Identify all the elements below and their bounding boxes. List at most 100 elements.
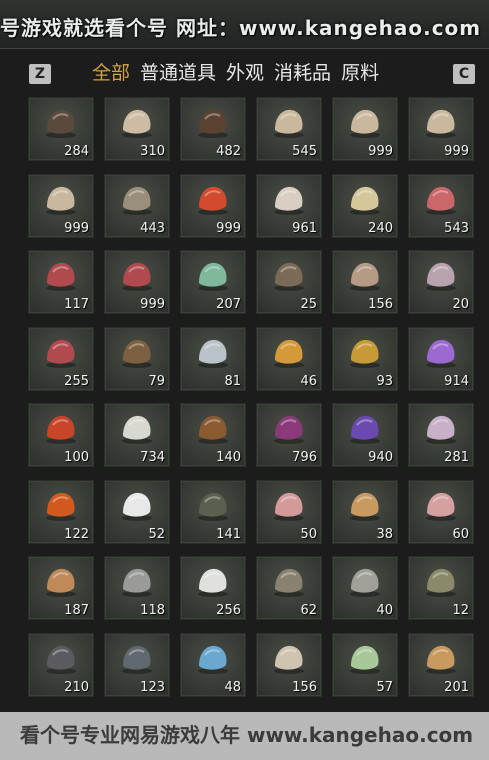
catfish-icon	[117, 334, 157, 370]
tab-common-items[interactable]: 普通道具	[140, 58, 216, 90]
item-quantity: 156	[368, 297, 393, 312]
gold-ore-icon	[345, 334, 385, 370]
item-quantity: 20	[452, 297, 469, 312]
salmon-icon	[193, 334, 233, 370]
inventory-slot[interactable]: 141	[180, 480, 246, 544]
tab-row: Z 全部 普通道具 外观 消耗品 原料 C	[0, 58, 489, 90]
inventory-slot[interactable]: 48	[180, 633, 246, 697]
inventory-slot[interactable]: 50	[256, 480, 322, 544]
melon-icon	[345, 640, 385, 676]
inventory-slot[interactable]: 999	[28, 174, 94, 238]
cricket-icon	[193, 104, 233, 140]
inventory-slot[interactable]: 796	[256, 403, 322, 467]
oyster-icon	[117, 104, 157, 140]
inventory-slot[interactable]: 940	[332, 403, 398, 467]
inventory-slot[interactable]: 52	[104, 480, 170, 544]
inventory-slot[interactable]: 12	[408, 556, 474, 620]
inventory-slot[interactable]: 140	[180, 403, 246, 467]
item-quantity: 156	[292, 680, 317, 695]
inventory-slot[interactable]: 122	[28, 480, 94, 544]
inventory-slot[interactable]: 25	[256, 250, 322, 314]
inventory-slot[interactable]: 999	[332, 97, 398, 161]
inventory-slot[interactable]: 210	[28, 633, 94, 697]
inventory-slot[interactable]: 40	[332, 556, 398, 620]
red-gem-icon	[41, 410, 81, 446]
inventory-slot[interactable]: 117	[28, 250, 94, 314]
item-quantity: 25	[300, 297, 317, 312]
inventory-slot[interactable]: 999	[104, 250, 170, 314]
item-quantity: 117	[64, 297, 89, 312]
inventory-slot[interactable]: 284	[28, 97, 94, 161]
item-quantity: 914	[444, 374, 469, 389]
item-quantity: 38	[376, 527, 393, 542]
item-quantity: 256	[216, 603, 241, 618]
watermark-top: 号游戏就选看个号 网址：www.kangehao.com	[0, 16, 482, 40]
key-hint-prev[interactable]: Z	[29, 64, 51, 84]
inventory-slot[interactable]: 60	[408, 480, 474, 544]
inventory-slot[interactable]: 93	[332, 327, 398, 391]
meat-slice-icon	[269, 487, 309, 523]
carp-icon	[269, 334, 309, 370]
item-quantity: 62	[300, 603, 317, 618]
inventory-slot[interactable]: 999	[408, 97, 474, 161]
inventory-slot[interactable]: 255	[28, 327, 94, 391]
inventory-slot[interactable]: 20	[408, 250, 474, 314]
tab-materials[interactable]: 原料	[341, 58, 379, 90]
meat-slice-icon	[421, 487, 461, 523]
feather-icon	[41, 104, 81, 140]
item-quantity: 443	[140, 221, 165, 236]
inventory-slot[interactable]: 961	[256, 174, 322, 238]
inventory-slot[interactable]: 46	[256, 327, 322, 391]
tab-all[interactable]: 全部	[92, 58, 130, 90]
grain-sack-icon	[421, 104, 461, 140]
inventory-slot[interactable]: 187	[28, 556, 94, 620]
inventory-slot[interactable]: 443	[104, 174, 170, 238]
rockfish-icon	[269, 563, 309, 599]
grouper-icon	[421, 563, 461, 599]
inventory-slot[interactable]: 123	[104, 633, 170, 697]
inventory-slot[interactable]: 57	[332, 633, 398, 697]
item-quantity: 122	[64, 527, 89, 542]
item-quantity: 999	[444, 144, 469, 159]
item-quantity: 999	[64, 221, 89, 236]
inventory-slot[interactable]: 100	[28, 403, 94, 467]
inventory-slot[interactable]: 310	[104, 97, 170, 161]
item-quantity: 187	[64, 603, 89, 618]
grain-sack-icon	[41, 181, 81, 217]
fruit-branch-icon	[193, 181, 233, 217]
inventory-slot[interactable]: 201	[408, 633, 474, 697]
inventory-slot[interactable]: 240	[332, 174, 398, 238]
inventory-slot[interactable]: 543	[408, 174, 474, 238]
inventory-slot[interactable]: 207	[180, 250, 246, 314]
inventory-slot[interactable]: 999	[180, 174, 246, 238]
mushroom-icon	[269, 181, 309, 217]
inventory-slot[interactable]: 62	[256, 556, 322, 620]
inventory-slot[interactable]: 79	[104, 327, 170, 391]
tab-appearance[interactable]: 外观	[226, 58, 264, 90]
inventory-slot[interactable]: 914	[408, 327, 474, 391]
inventory-slot[interactable]: 38	[332, 480, 398, 544]
orange-flower-icon	[41, 487, 81, 523]
inventory-slot[interactable]: 256	[180, 556, 246, 620]
item-quantity: 999	[216, 221, 241, 236]
dark-ore-icon	[41, 640, 81, 676]
item-quantity: 796	[292, 450, 317, 465]
inventory-slot[interactable]: 156	[332, 250, 398, 314]
inventory-slot[interactable]: 734	[104, 403, 170, 467]
tab-consumables[interactable]: 消耗品	[274, 58, 331, 90]
item-quantity: 50	[300, 527, 317, 542]
item-quantity: 57	[376, 680, 393, 695]
inventory-slot[interactable]: 545	[256, 97, 322, 161]
hide-icon	[345, 257, 385, 293]
item-quantity: 255	[64, 374, 89, 389]
grey-fish-icon	[345, 563, 385, 599]
inventory-slot[interactable]: 81	[180, 327, 246, 391]
key-hint-next[interactable]: C	[453, 64, 475, 84]
inventory-slot[interactable]: 118	[104, 556, 170, 620]
raw-meat-icon	[117, 257, 157, 293]
inventory-slot[interactable]: 482	[180, 97, 246, 161]
inventory-slot[interactable]: 156	[256, 633, 322, 697]
item-quantity: 207	[216, 297, 241, 312]
item-quantity: 60	[452, 527, 469, 542]
inventory-slot[interactable]: 281	[408, 403, 474, 467]
